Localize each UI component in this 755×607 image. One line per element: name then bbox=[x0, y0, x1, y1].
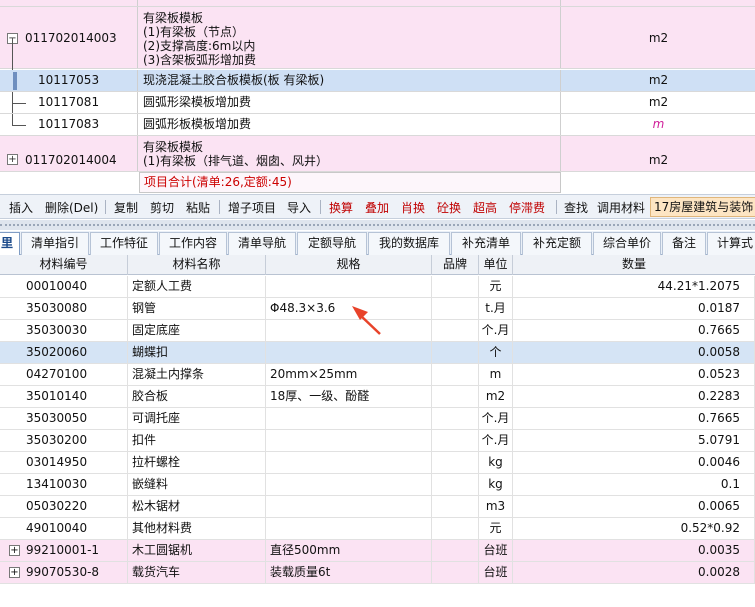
overlay-button[interactable]: 叠加 bbox=[365, 199, 389, 216]
import-button[interactable]: 导入 bbox=[287, 199, 311, 216]
tree-name: 圆弧形板模板增加费 bbox=[143, 117, 252, 131]
tree-unit-cell bbox=[562, 0, 755, 6]
tree-unit: m2 bbox=[648, 95, 669, 109]
tree-code: 011702014003 bbox=[25, 31, 117, 45]
toolbar-divider bbox=[219, 200, 220, 214]
tree-row-selected[interactable]: 10117053 现浇混凝土胶合板模板(板 有梁板) m2 bbox=[0, 70, 755, 92]
tab-bill-guide[interactable]: 清单指引 bbox=[21, 232, 89, 255]
tree-row-clipped[interactable] bbox=[0, 0, 755, 7]
tab-supplement-quota[interactable]: 补充定额 bbox=[522, 232, 592, 255]
tree-code: 011702014004 bbox=[25, 153, 117, 167]
delete-button[interactable]: 删除(Del) bbox=[45, 199, 98, 216]
tab-bill-navigation[interactable]: 清单导航 bbox=[228, 232, 296, 255]
annotation-arrow-icon bbox=[352, 306, 381, 335]
tree-row[interactable]: + 011702014004 有梁板模板 (1)有梁板（排气道、烟囱、风井） m… bbox=[0, 136, 755, 172]
call-material-button[interactable]: 调用材料 bbox=[597, 199, 645, 216]
tree-code: 10117081 bbox=[38, 95, 100, 109]
tree-name-cell: 圆弧形板模板增加费 bbox=[139, 114, 561, 135]
copy-button[interactable]: 复制 bbox=[114, 199, 138, 216]
tree-code: 10117083 bbox=[38, 117, 100, 131]
tree-unit: m bbox=[652, 117, 665, 131]
tab-formula[interactable]: 计算式 bbox=[707, 232, 755, 255]
quota-library-tab[interactable]: 17房屋建筑与装饰 bbox=[650, 197, 755, 217]
tab-materials[interactable]: 里 bbox=[0, 232, 20, 255]
tree-row[interactable]: − 011702014003 有梁板模板 (1)有梁板（节点） (2)支撑高度:… bbox=[0, 7, 755, 69]
tab-work-features[interactable]: 工作特征 bbox=[90, 232, 158, 255]
tree-unit-cell: m2 bbox=[562, 92, 755, 113]
tab-work-content[interactable]: 工作内容 bbox=[159, 232, 227, 255]
toolbar-divider bbox=[320, 200, 321, 214]
tree-name: 圆弧形梁模板增加费 bbox=[143, 95, 252, 109]
tab-unit-price[interactable]: 综合单价 bbox=[593, 232, 661, 255]
tree-name-cell: 有梁板模板 (1)有梁板（节点） (2)支撑高度:6m以内 (3)含架板弧形增加… bbox=[139, 7, 561, 68]
splitter-grip bbox=[0, 224, 755, 226]
tab-remarks[interactable]: 备注 bbox=[662, 232, 706, 255]
tree-name: 现浇混凝土胶合板模板(板 有梁板) bbox=[143, 73, 325, 87]
quota-toolbar: 插入 删除(Del) 复制 剪切 粘贴 增子项目 导入 换算 叠加 肖换 砼换 … bbox=[0, 194, 755, 219]
conversion-button[interactable]: 换算 bbox=[329, 199, 353, 216]
tree-unit-cell: m2 bbox=[562, 7, 755, 68]
stagnation-fee-button[interactable]: 停滞费 bbox=[509, 199, 545, 216]
tree-name: 有梁板模板 (1)有梁板（排气道、烟囱、风井） bbox=[143, 140, 328, 168]
tree-unit: m2 bbox=[648, 31, 669, 45]
tree-code-cell: 10117081 bbox=[0, 92, 138, 113]
bill-tree-table: − 011702014003 有梁板模板 (1)有梁板（节点） (2)支撑高度:… bbox=[0, 0, 755, 193]
tree-code-cell: 10117053 bbox=[0, 70, 138, 91]
tab-supplement-bill[interactable]: 补充清单 bbox=[451, 232, 521, 255]
tree-code-cell: 10117083 bbox=[0, 114, 138, 135]
tree-row[interactable]: 10117083 圆弧形板模板增加费 m bbox=[0, 114, 755, 136]
tree-unit: m2 bbox=[648, 153, 669, 167]
row-selection-marker bbox=[13, 72, 17, 90]
detail-tab-strip: 里 清单指引 工作特征 工作内容 清单导航 定额导航 我的数据库 补充清单 补充… bbox=[0, 231, 755, 255]
toolbar-divider bbox=[556, 200, 557, 214]
toolbar-divider bbox=[105, 200, 106, 214]
tab-my-database[interactable]: 我的数据库 bbox=[368, 232, 450, 255]
cut-button[interactable]: 剪切 bbox=[150, 199, 174, 216]
project-total-label: 项目合计(清单:26,定额:45) bbox=[139, 172, 561, 193]
tree-unit: m2 bbox=[648, 73, 669, 87]
add-subitem-button[interactable]: 增子项目 bbox=[228, 199, 276, 216]
tree-code-cell: + 011702014004 bbox=[0, 136, 138, 171]
tree-code: 10117053 bbox=[38, 73, 100, 87]
tree-name-cell bbox=[139, 0, 561, 6]
material-grid: 材料编号 材料名称 规格 品牌 单位 数量 00010040 定额人工费元 44.2… bbox=[0, 255, 755, 607]
tree-code-cell bbox=[0, 0, 138, 6]
tree-name-cell: 有梁板模板 (1)有梁板（排气道、烟囱、风井） bbox=[139, 136, 561, 171]
tree-unit-cell: m2 bbox=[562, 70, 755, 91]
project-total-row: 项目合计(清单:26,定额:45) bbox=[0, 172, 755, 193]
tree-code-cell: − 011702014003 bbox=[0, 7, 138, 68]
concrete-replace-button[interactable]: 砼换 bbox=[437, 199, 461, 216]
overheight-button[interactable]: 超高 bbox=[473, 199, 497, 216]
tree-name-cell: 现浇混凝土胶合板模板(板 有梁板) bbox=[139, 70, 561, 91]
replace-button[interactable]: 肖换 bbox=[401, 199, 425, 216]
tree-name: 有梁板模板 (1)有梁板（节点） (2)支撑高度:6m以内 (3)含架板弧形增加… bbox=[143, 11, 256, 67]
tree-unit-cell: m2 bbox=[562, 136, 755, 171]
tree-row[interactable]: 10117081 圆弧形梁模板增加费 m2 bbox=[0, 92, 755, 114]
find-button[interactable]: 查找 bbox=[564, 199, 588, 216]
tree-unit-cell: m bbox=[562, 114, 755, 135]
insert-button[interactable]: 插入 bbox=[9, 199, 33, 216]
paste-button[interactable]: 粘贴 bbox=[186, 199, 210, 216]
panel-splitter[interactable] bbox=[0, 220, 755, 230]
tree-name-cell: 圆弧形梁模板增加费 bbox=[139, 92, 561, 113]
expand-toggle-icon[interactable]: + bbox=[7, 154, 18, 165]
tab-quota-navigation[interactable]: 定额导航 bbox=[297, 232, 367, 255]
